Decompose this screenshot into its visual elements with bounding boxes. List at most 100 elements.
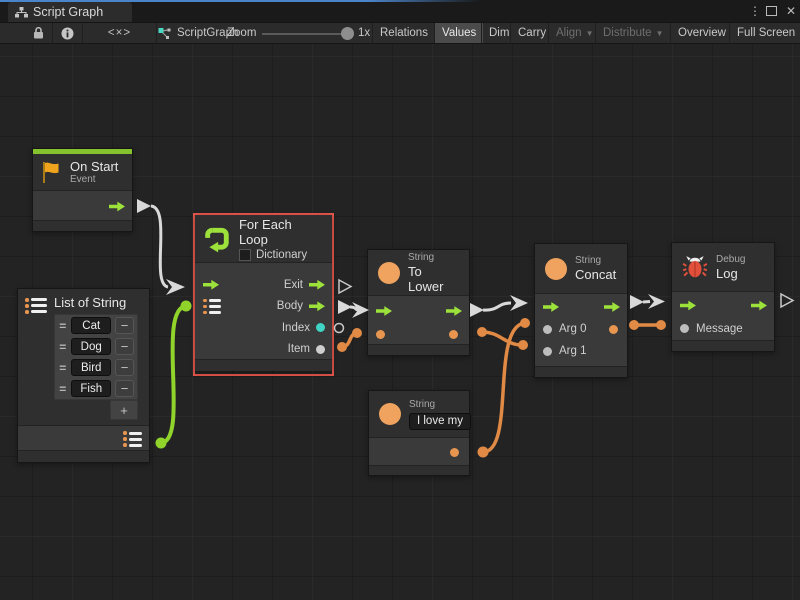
tab-title: Script Graph [33,5,103,19]
toolbar-button-fullscreen[interactable]: Full Screen [729,23,800,43]
node-category: String [409,399,471,411]
string-in-port[interactable] [376,330,385,339]
node-on-start[interactable]: On Start Event [32,148,133,232]
node-string-literal[interactable]: String I love my [368,390,470,476]
script-graph-icon [158,27,171,40]
node-footer [33,221,132,231]
item-out-port[interactable] [316,345,325,354]
lock-icon [33,27,44,39]
toolbar-button-values[interactable]: Values [434,23,483,43]
chevron-down-icon: ▼ [656,29,664,38]
window-menu-icon[interactable]: ⋮ [749,4,757,18]
toolbar-button-relations[interactable]: Relations [372,23,435,43]
window-maximize-icon[interactable] [766,6,777,16]
toolbar-button-distribute[interactable]: Distribute▼ [595,23,671,43]
list-out-port[interactable] [123,431,142,447]
message-in-port[interactable] [680,324,689,333]
string-out-port[interactable] [449,330,458,339]
list-item-field[interactable]: Dog [71,338,111,355]
remove-item-button[interactable]: − [115,359,134,376]
tab-script-graph[interactable]: Script Graph [8,2,132,22]
list-in-port[interactable] [203,299,221,315]
string-value-field[interactable]: I love my [409,413,471,430]
graph-toolbar: <×> ScriptGraph Zoom 1x Relations Values… [0,22,800,44]
list-item-row: = Bird − [55,357,137,378]
list-item-field[interactable]: Cat [71,317,111,334]
string-type-icon [378,262,400,284]
list-add-footer: + [110,400,138,420]
info-icon [61,27,74,40]
list-item-row: = Dog − [55,336,137,357]
flow-in-port[interactable] [203,279,219,290]
string-out-port[interactable] [609,325,618,334]
drag-handle[interactable]: = [58,340,67,354]
remove-item-button[interactable]: − [115,317,134,334]
node-title: List of String [54,295,138,310]
remove-item-button[interactable]: − [115,380,134,397]
flow-in-port[interactable] [680,300,696,311]
flow-out-port[interactable] [604,302,620,313]
list-item-field[interactable]: Bird [71,359,111,376]
arg0-in-port[interactable] [543,325,552,334]
node-debug-log[interactable]: Debug Log Message [671,242,775,352]
node-title: Log [716,266,745,281]
selection-outline: For Each Loop Dictionary Exit [193,213,334,376]
lock-button[interactable] [25,23,53,43]
bug-icon [682,254,708,280]
flag-icon [41,161,62,184]
node-to-lower[interactable]: String To Lower [367,249,470,356]
port-label-item: Item [288,343,310,355]
toolbar-button-align[interactable]: Align▼ [548,23,601,43]
flow-out-port[interactable] [109,201,125,212]
zoom-value: 1x [358,23,370,43]
port-label-arg1: Arg 1 [559,345,587,357]
flow-in-port[interactable] [543,302,559,313]
node-footer [535,367,627,377]
remove-item-button[interactable]: − [115,338,134,355]
drag-handle[interactable]: = [58,361,67,375]
flow-out-port[interactable] [751,300,767,311]
drag-handle[interactable]: = [58,319,67,333]
node-footer [369,466,469,475]
node-subtitle: Event [70,174,118,186]
window-close-icon[interactable]: ✕ [786,4,796,18]
string-out-port[interactable] [450,448,459,457]
toolbar-button-carry[interactable]: Carry [510,23,553,43]
chevron-down-icon: ▼ [586,29,594,38]
string-type-icon [379,403,401,425]
flow-out-port[interactable] [446,306,462,317]
node-category: String [575,255,616,267]
dictionary-checkbox[interactable] [239,249,251,261]
node-for-each-loop[interactable]: For Each Loop Dictionary Exit [195,215,332,371]
port-label-exit: Exit [284,279,303,291]
node-category: String [408,252,459,264]
zoom-slider-handle[interactable] [341,27,354,40]
string-type-icon [545,258,567,280]
port-label-message: Message [696,323,743,335]
add-item-button[interactable]: + [120,403,128,418]
flow-in-port[interactable] [376,306,392,317]
node-footer [195,360,332,371]
inspect-button[interactable] [53,23,83,43]
body-flow-out-port[interactable] [309,301,325,312]
zoom-label: Zoom [227,23,256,43]
arg1-in-port[interactable] [543,347,552,356]
code-view-toggle[interactable]: <×> [83,23,157,43]
list-icon [25,298,47,314]
list-item-field[interactable]: Fish [71,380,111,397]
port-label-index: Index [282,322,310,334]
graph-hierarchy-icon [15,7,28,18]
node-footer [18,451,149,462]
port-label-arg0: Arg 0 [559,323,587,335]
node-list-of-string[interactable]: List of String = Cat − = Dog − [17,288,150,463]
exit-flow-out-port[interactable] [309,279,325,290]
index-out-port[interactable] [316,323,325,332]
toolbar-button-overview[interactable]: Overview [670,23,733,43]
node-category: Debug [716,254,745,266]
loop-icon [203,225,231,253]
node-title: To Lower [408,264,459,294]
zoom-slider-track[interactable] [262,33,350,35]
node-footer [368,345,469,355]
drag-handle[interactable]: = [58,382,67,396]
node-concat[interactable]: String Concat Arg 0 Arg 1 [534,243,628,378]
